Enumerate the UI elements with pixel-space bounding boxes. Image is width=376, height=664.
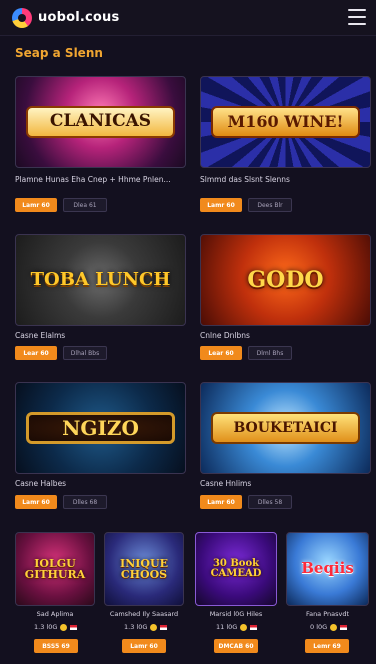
game-title: Fana Pnasvdt <box>305 610 350 618</box>
game-banner: 30 Book CAMEAD <box>210 557 262 579</box>
amount-text: 1.3 l0G <box>124 623 148 631</box>
play-button[interactable]: Lemr 69 <box>305 639 349 653</box>
logo-icon[interactable] <box>12 7 32 28</box>
game-thumbnail[interactable]: IOLGU GITHURA <box>15 532 95 606</box>
game-title: Casne Halbes <box>15 479 67 488</box>
section-title: Seap a Slenn <box>15 46 103 60</box>
coin-icon <box>240 623 248 631</box>
game-title: Casne Elalms <box>15 331 66 340</box>
game-title: Cnlne Dnlbns <box>200 331 250 340</box>
flag-icon <box>340 624 348 630</box>
game-title: Marsid l0G Hiles <box>209 610 263 618</box>
game-title: Sad Aplima <box>36 610 74 618</box>
flag-icon <box>70 624 78 630</box>
game-meta: 1.3 l0G <box>124 623 168 631</box>
play-button[interactable]: Lamr 60 <box>200 495 242 509</box>
game-banner: TOBA LUNCH <box>30 268 171 290</box>
game-banner: INIQUE CHOOS <box>120 556 168 581</box>
game-title: Plamne Hunas Eha Cnep + Hhme Pnlen... <box>15 175 171 184</box>
site-logo-text[interactable]: uobol.cous <box>38 10 119 25</box>
game-thumbnail[interactable]: M160 WINE! <box>200 76 371 168</box>
play-button[interactable]: Lear 60 <box>15 346 57 360</box>
play-button[interactable]: DMCAB 60 <box>214 639 258 653</box>
demo-button[interactable]: Dlles 58 <box>248 495 292 509</box>
coin-icon <box>330 623 338 631</box>
game-thumbnail[interactable]: Beqiis <box>286 532 369 606</box>
play-button[interactable]: Lamr 60 <box>200 198 242 212</box>
play-button[interactable]: Lamr 60 <box>122 639 166 653</box>
game-thumbnail[interactable]: INIQUE CHOOS <box>104 532 184 606</box>
amount-text: 0 l0G <box>310 623 328 631</box>
amount-text: 11 l0G <box>216 623 238 631</box>
flag-icon <box>160 624 168 630</box>
game-meta: 1.3 l0G <box>34 623 78 631</box>
game-banner: GODO <box>247 266 324 293</box>
game-banner: BOUKETAICI <box>211 411 360 445</box>
play-button[interactable]: Lear 60 <box>200 346 242 360</box>
demo-button[interactable]: Dlea 61 <box>63 198 107 212</box>
game-banner: Beqiis <box>301 559 354 578</box>
coin-icon <box>150 623 158 631</box>
game-title: Camshed Ily Saasard <box>109 610 179 618</box>
amount-text: 1.3 l0G <box>34 623 58 631</box>
game-banner: IOLGU GITHURA <box>24 556 86 581</box>
flag-icon <box>250 624 258 630</box>
game-title: Slmmd das Slsnt Slenns <box>200 175 290 184</box>
demo-button[interactable]: Dlml Bhs <box>248 346 292 360</box>
coin-icon <box>60 623 68 631</box>
game-banner: M160 WINE! <box>211 105 360 139</box>
game-banner: CLANICAS <box>26 105 175 139</box>
game-meta: 11 l0G <box>216 623 258 631</box>
demo-button[interactable]: Dees Blr <box>248 198 292 212</box>
game-thumbnail[interactable]: GODO <box>200 234 371 326</box>
game-thumbnail[interactable]: BOUKETAICI <box>200 382 371 474</box>
demo-button[interactable]: Dlles 68 <box>63 495 107 509</box>
play-button[interactable]: BSS5 69 <box>34 639 78 653</box>
demo-button[interactable]: Dlhal Bbs <box>63 346 107 360</box>
game-meta: 0 l0G <box>310 623 348 631</box>
play-button[interactable]: Lamr 60 <box>15 495 57 509</box>
game-thumbnail[interactable]: TOBA LUNCH <box>15 234 186 326</box>
hamburger-menu-icon[interactable] <box>348 9 366 25</box>
game-title: Casne Hnlims <box>200 479 252 488</box>
game-banner: NGIZO <box>26 411 175 445</box>
game-thumbnail[interactable]: CLANICAS <box>15 76 186 168</box>
play-button[interactable]: Lamr 60 <box>15 198 57 212</box>
top-bar: uobol.cous <box>0 0 376 36</box>
game-thumbnail[interactable]: NGIZO <box>15 382 186 474</box>
game-thumbnail[interactable]: 30 Book CAMEAD <box>195 532 277 606</box>
